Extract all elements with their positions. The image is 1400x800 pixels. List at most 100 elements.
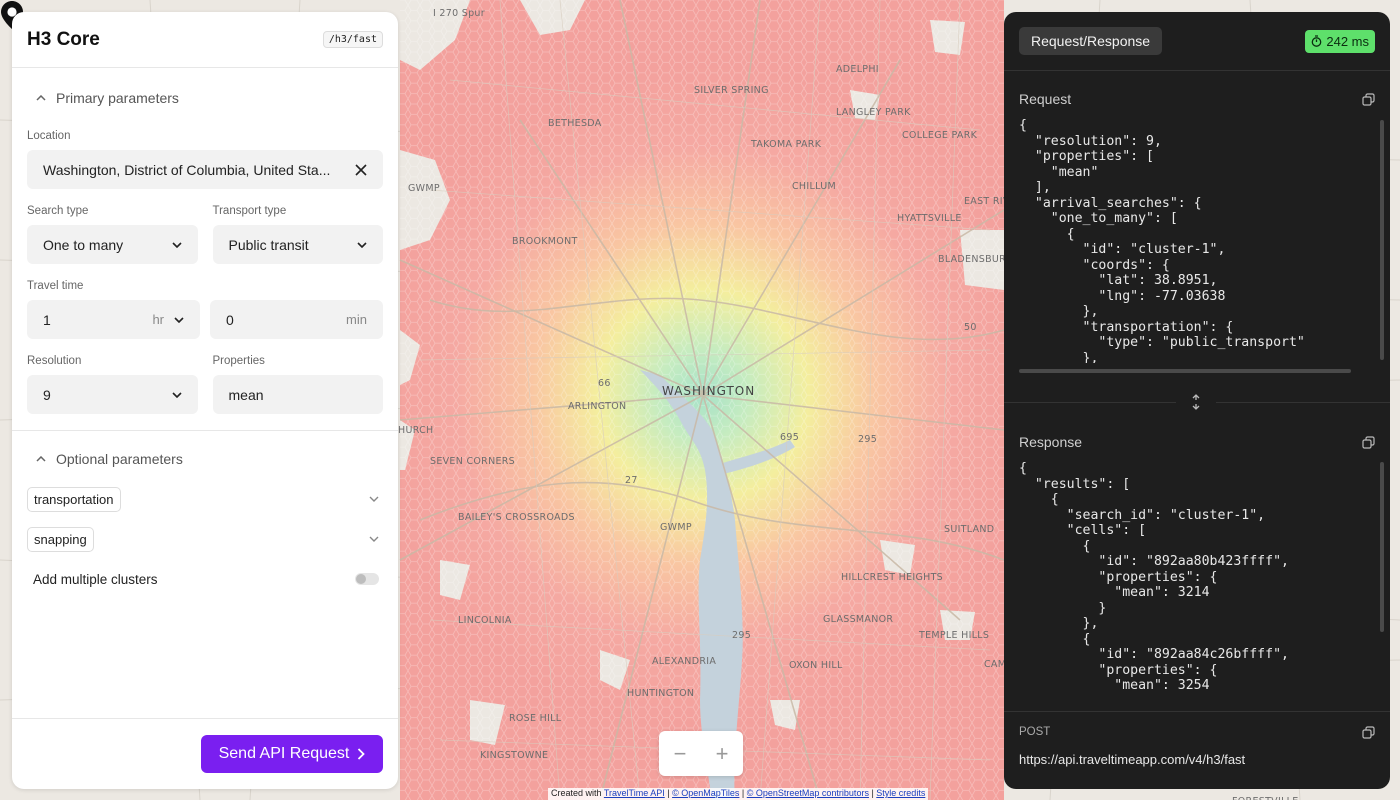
- openmaptiles-link[interactable]: © OpenMapTiles: [672, 788, 739, 798]
- http-method: POST: [1019, 726, 1051, 738]
- section-label: Primary parameters: [56, 90, 179, 106]
- optional-item-transportation[interactable]: transportation: [12, 479, 398, 519]
- map-place-label: ADELPHI: [836, 64, 879, 75]
- location-value: Washington, District of Columbia, United…: [43, 161, 331, 178]
- code-line: "arrival_searches": {: [1034, 195, 1202, 211]
- map-place-label: TEMPLE HILLS: [919, 630, 990, 641]
- map-place-label: 695: [780, 432, 800, 443]
- transport-type-value: Public transit: [228, 236, 309, 253]
- multiple-clusters-toggle[interactable]: [355, 573, 379, 585]
- location-input[interactable]: Washington, District of Columbia, United…: [27, 150, 383, 189]
- optional-item-snapping[interactable]: snapping: [12, 519, 398, 559]
- zoom-out-button[interactable]: −: [674, 741, 687, 767]
- code-line: "properties": [: [1034, 149, 1154, 164]
- code-line: "properties": {: [1098, 662, 1218, 678]
- map-place-label: WASHINGTON: [662, 384, 756, 398]
- search-type-label: Search type: [27, 205, 89, 217]
- transport-type-select[interactable]: Public transit: [212, 225, 383, 264]
- map-place-label: ROSE HILL: [509, 713, 562, 724]
- map-place-label: SUITLAND: [944, 524, 995, 535]
- code-line: "type": "public_transport": [1098, 335, 1305, 350]
- properties-input[interactable]: mean: [212, 375, 383, 414]
- api-panel: Request/Response 242 ms Request { "resol…: [1004, 12, 1390, 789]
- response-vertical-scrollbar[interactable]: [1380, 462, 1384, 632]
- traveltime-link[interactable]: TravelTime API: [604, 788, 665, 798]
- primary-parameters-toggle[interactable]: Primary parameters: [12, 78, 398, 118]
- map-place-label: BLADENSBURG: [938, 254, 1014, 265]
- send-api-request-button[interactable]: Send API Request: [201, 735, 383, 773]
- openstreetmap-link[interactable]: © OpenStreetMap contributors: [747, 788, 869, 798]
- chevron-down-icon[interactable]: [174, 316, 184, 323]
- map-place-label: 66: [598, 378, 611, 389]
- travel-time-hours-input[interactable]: 1 hr: [27, 300, 200, 339]
- attribution-prefix: Created with: [551, 788, 602, 798]
- code-line: "id": "cluster-1",: [1082, 242, 1226, 257]
- optional-parameters-toggle[interactable]: Optional parameters: [12, 439, 398, 479]
- location-label: Location: [27, 130, 71, 142]
- code-line: },: [1082, 304, 1099, 319]
- code-line: "results": [: [1034, 476, 1131, 492]
- map-place-label: 295: [732, 630, 752, 641]
- chevron-up-icon: [36, 456, 46, 462]
- style-credits-link[interactable]: Style credits: [876, 788, 925, 798]
- map-place-label: FORESTVILLE: [1232, 796, 1299, 800]
- code-line: {: [1019, 118, 1027, 133]
- multiple-clusters-row: Add multiple clusters: [12, 559, 398, 599]
- endpoint-url[interactable]: https://api.traveltimeapp.com/v4/h3/fast: [1004, 752, 1390, 767]
- response-code[interactable]: { "results": [ { "search_id": "cluster-1…: [1004, 461, 1390, 693]
- request-header: Request: [1004, 80, 1390, 118]
- code-line: "transportation": {: [1082, 319, 1234, 335]
- map-place-label: HYATTSVILLE: [897, 213, 962, 224]
- transportation-chip: transportation: [27, 486, 121, 512]
- code-line: "resolution": 9,: [1034, 133, 1162, 149]
- chevron-down-icon: [369, 536, 379, 542]
- tab-request-response[interactable]: Request/Response: [1019, 27, 1163, 55]
- code-line: "properties": {: [1098, 569, 1218, 585]
- zoom-control: − +: [659, 731, 743, 776]
- resolution-value: 9: [43, 386, 51, 403]
- stopwatch-icon: [1312, 35, 1322, 47]
- request-code[interactable]: { "resolution": 9, "properties": [ "mean…: [1004, 118, 1390, 363]
- copy-icon[interactable]: [1362, 435, 1375, 449]
- map-place-label: 27: [625, 475, 638, 486]
- code-line: ],: [1034, 180, 1051, 195]
- search-type-value: One to many: [43, 236, 124, 253]
- map-attribution: Created with TravelTime API | © OpenMapT…: [548, 788, 929, 800]
- request-endpoint-box: POST https://api.traveltimeapp.com/v4/h3…: [1004, 711, 1390, 789]
- panel-footer: Send API Request: [12, 718, 398, 789]
- code-line: "coords": {: [1082, 257, 1170, 273]
- map-place-label: BROOKMONT: [512, 236, 578, 247]
- map-place-label: SEVEN CORNERS: [430, 456, 516, 467]
- copy-icon[interactable]: [1362, 92, 1375, 106]
- code-line: "search_id": "cluster-1",: [1066, 507, 1266, 523]
- zoom-in-button[interactable]: +: [716, 741, 729, 767]
- code-line: },: [1019, 350, 1099, 364]
- chevron-up-icon: [36, 95, 46, 101]
- hours-unit: hr: [152, 312, 164, 327]
- map-place-label: 295: [858, 434, 878, 445]
- code-line: {: [1066, 226, 1075, 242]
- minutes-unit: min: [346, 312, 367, 327]
- request-horizontal-scrollbar[interactable]: [1019, 369, 1351, 373]
- response-header: Response: [1004, 423, 1390, 461]
- chevron-down-icon: [171, 241, 182, 248]
- code-line: "lng": -77.03638: [1098, 288, 1226, 304]
- resize-handle[interactable]: [1176, 392, 1216, 412]
- code-line: "one_to_many": [: [1050, 211, 1178, 226]
- transport-type-label: Transport type: [212, 205, 287, 217]
- travel-time-minutes-input[interactable]: 0 min: [210, 300, 383, 339]
- parameters-panel: H3 Core /h3/fast Primary parameters Loca…: [12, 12, 398, 789]
- timing-badge: 242 ms: [1305, 29, 1375, 53]
- search-type-select[interactable]: One to many: [27, 225, 198, 264]
- code-line: {: [1050, 492, 1059, 507]
- map-place-label: SILVER SPRING: [694, 85, 769, 96]
- map-place-label: KINGSTOWNE: [480, 750, 549, 761]
- resolution-select[interactable]: 9: [27, 375, 198, 414]
- map-place-label: COLLEGE PARK: [902, 130, 978, 141]
- request-vertical-scrollbar[interactable]: [1380, 120, 1384, 360]
- minutes-value: 0: [226, 311, 234, 328]
- clear-icon[interactable]: [355, 163, 367, 176]
- map-place-label: TAKOMA PARK: [751, 139, 822, 150]
- copy-icon[interactable]: [1362, 725, 1375, 739]
- map-place-label: GWMP: [660, 522, 692, 533]
